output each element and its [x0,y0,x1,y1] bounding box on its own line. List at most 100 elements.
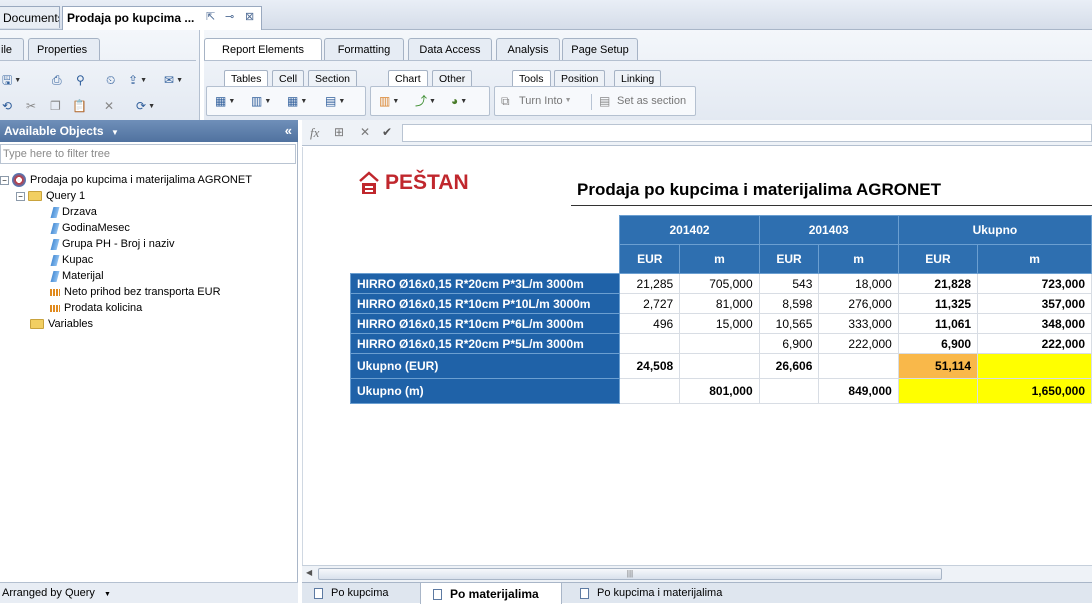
copy-icon[interactable]: ❐ [50,97,61,115]
table-cell[interactable]: 6,900 [897,333,979,354]
tab-report-elements[interactable]: Report Elements [204,38,322,60]
save-icon[interactable]: 🖫 ▼ [2,71,21,89]
table-cell[interactable]: 21,285 [619,273,681,294]
find-icon[interactable]: ⚲ [76,71,85,89]
tree-query[interactable]: − Query 1 [16,188,85,204]
table-cell[interactable] [619,333,681,354]
table-cell[interactable]: 26,606 [758,353,820,379]
tree-filter-input[interactable]: Type here to filter tree [0,144,296,164]
chevron-down-icon[interactable]: ▼ [104,591,111,598]
tree-dimension[interactable]: Grupa PH - Broj i naziv [50,236,174,252]
unit-header[interactable]: EUR [758,244,820,274]
period-header[interactable]: Ukupno [897,215,1092,245]
unit-header[interactable]: m [679,244,760,274]
tree-measure[interactable]: Neto prihod bez transporta EUR [50,284,221,300]
table-cell[interactable] [619,378,681,404]
tab-po-kupcima[interactable]: Po kupcima [302,583,420,604]
close-tab-icon[interactable]: ⊠ [245,10,254,23]
table-cell[interactable]: 11,061 [897,313,979,334]
tree-dimension[interactable]: Materijal [50,268,104,284]
turn-into-icon[interactable]: ⧉ [501,92,510,110]
print-icon[interactable]: ⎙ [52,71,62,89]
table-cell[interactable]: 11,325 [897,293,979,314]
chevron-down-icon[interactable]: ▼ [111,128,119,137]
formula-editor-icon[interactable]: ⊞ [334,125,344,139]
refresh-icon[interactable]: ⟳ ▼ [136,97,155,115]
table-cell[interactable]: 849,000 [818,378,899,404]
collapse-panel-icon[interactable]: « [285,123,292,138]
subtab-position[interactable]: Position [554,70,606,86]
table-cell[interactable]: 348,000 [977,313,1092,334]
scroll-left-icon[interactable]: ◀ [306,568,312,577]
table-cell[interactable]: 543 [758,273,820,294]
subtab-linking[interactable]: Linking [614,70,662,86]
formula-input[interactable] [402,124,1092,142]
tab-formatting[interactable]: Formatting [324,38,404,60]
table-cell[interactable]: 357,000 [977,293,1092,314]
table-cell[interactable] [679,353,760,379]
popout-icon[interactable]: ⇱ [206,10,215,23]
row-header[interactable]: HIRRO Ø16x0,15 R*10cm P*10L/m 3000m [349,293,621,314]
table-cell[interactable]: 6,900 [758,333,820,354]
arrange-by-dropdown[interactable]: Arranged by Query ▼ [0,582,298,603]
pin-icon[interactable]: ⊸ [225,10,234,23]
table-cell[interactable]: 18,000 [818,273,899,294]
horizontal-table-icon[interactable]: ▥ ▼ [251,92,271,110]
row-header[interactable]: HIRRO Ø16x0,15 R*20cm P*5L/m 3000m [349,333,621,354]
table-cell[interactable] [758,378,820,404]
unit-header[interactable]: EUR [897,244,979,274]
table-cell[interactable] [977,353,1092,379]
pie-chart-icon[interactable]: ◕ ▼ [451,92,467,110]
period-header[interactable]: 201402 [619,215,760,245]
subtab-chart[interactable]: Chart [388,70,428,86]
refresh-small-icon[interactable]: ⟲ [2,97,12,115]
crosstab-table[interactable]: 201402 201403 Ukupno EUR m EUR m EUR m H… [349,215,1092,404]
grand-total-eur-cell[interactable]: 51,114 [897,353,979,379]
table-cell[interactable]: 801,000 [679,378,760,404]
section-icon[interactable]: ▤ [599,92,610,110]
table-cell[interactable]: 222,000 [818,333,899,354]
tree-root[interactable]: − Prodaja po kupcima i materijalima AGRON… [0,172,252,188]
tree-dimension[interactable]: GodinaMesec [50,220,130,236]
table-cell[interactable]: 723,000 [977,273,1092,294]
row-header[interactable]: Ukupno (EUR) [349,353,621,379]
validate-icon[interactable]: ✔ [382,125,392,139]
table-cell[interactable]: 81,000 [679,293,760,314]
table-cell[interactable]: 705,000 [679,273,760,294]
available-objects-header[interactable]: Available Objects ▼ « [0,120,298,142]
tab-page-setup[interactable]: Page Setup [562,38,638,60]
tab-po-materijalima[interactable]: Po materijalima [420,583,562,604]
turn-into-button[interactable]: Turn Into ▼ [519,92,572,110]
table-cell[interactable]: 276,000 [818,293,899,314]
table-cell[interactable] [679,333,760,354]
function-icon[interactable]: fx [310,125,319,141]
vertical-table-icon[interactable]: ▦ ▼ [215,92,235,110]
email-icon[interactable]: ✉ ▼ [164,71,183,89]
grand-total-m-cell[interactable]: 1,650,000 [977,378,1092,404]
form-table-icon[interactable]: ▤ ▼ [325,92,345,110]
set-as-section-button[interactable]: Set as section [617,92,686,110]
subtab-tools[interactable]: Tools [512,70,551,86]
crosstab-icon[interactable]: ▦ ▼ [287,92,307,110]
tree-dimension[interactable]: Kupac [50,252,93,268]
table-cell[interactable]: 496 [619,313,681,334]
table-cell[interactable]: 10,565 [758,313,820,334]
tab-po-kupcima-i-materijalima[interactable]: Po kupcima i materijalima [568,583,748,604]
table-cell[interactable]: 222,000 [977,333,1092,354]
table-cell[interactable]: 15,000 [679,313,760,334]
tab-data-access[interactable]: Data Access [408,38,492,60]
table-cell[interactable]: 21,828 [897,273,979,294]
delete-icon[interactable]: ✕ [104,97,114,115]
cancel-icon[interactable]: ✕ [360,125,370,139]
collapse-icon[interactable]: − [0,175,9,185]
unit-header[interactable]: EUR [619,244,681,274]
period-header[interactable]: 201403 [758,215,899,245]
bar-chart-icon[interactable]: ▥ ▼ [379,92,399,110]
table-cell[interactable]: 24,508 [619,353,681,379]
horizontal-scrollbar[interactable]: ◀ ||| [302,565,1092,582]
table-cell[interactable] [818,353,899,379]
tab-analysis[interactable]: Analysis [496,38,560,60]
tree-dimension[interactable]: Drzava [50,204,97,220]
table-cell[interactable]: 333,000 [818,313,899,334]
paste-icon[interactable]: 📋 [72,97,87,115]
